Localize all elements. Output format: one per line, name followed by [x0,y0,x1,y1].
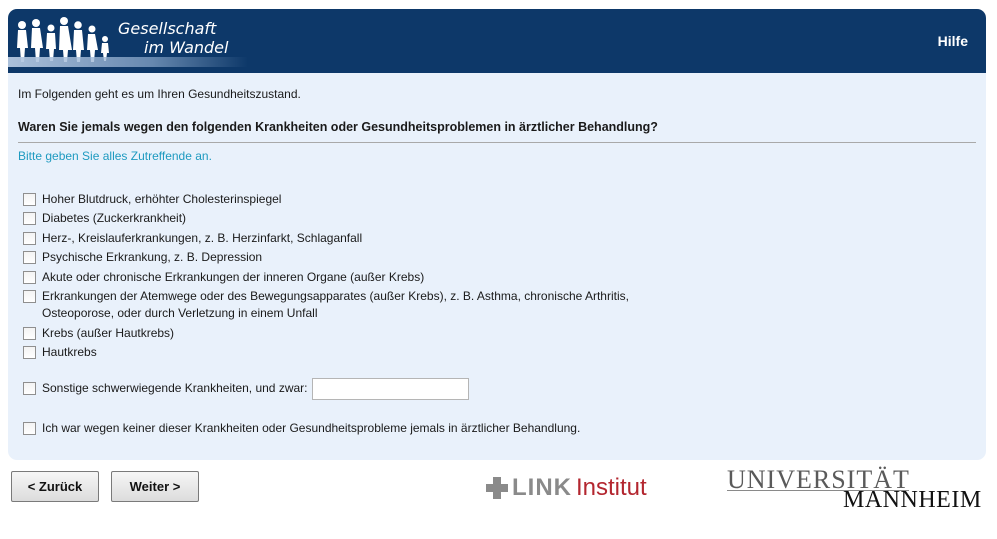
option-label: Sonstige schwerwiegende Krankheiten, und… [42,381,308,395]
checkbox[interactable] [23,232,36,245]
checkbox[interactable] [23,193,36,206]
instruction-text: Bitte geben Sie alles Zutreffende an. [18,149,212,163]
option-label: Krebs (außer Hautkrebs) [42,326,175,340]
option-label: Herz-, Kreislauferkrankungen, z. B. Herz… [42,231,363,245]
option-psychological[interactable]: Psychische Erkrankung, z. B. Depression [23,249,262,266]
link-institut-logo: LINK Institut [486,474,647,502]
university-mannheim-logo: UNIVERSITÄT MANNHEIM [727,465,987,515]
checkbox[interactable] [23,212,36,225]
option-other[interactable]: Sonstige schwerwiegende Krankheiten, und… [23,378,469,400]
intro-text: Im Folgenden geht es um Ihren Gesundheit… [18,87,301,101]
option-label: Ich war wegen keiner dieser Krankheiten … [42,421,581,435]
checkbox[interactable] [23,422,36,435]
help-link[interactable]: Hilfe [938,33,968,49]
survey-panel: Im Folgenden geht es um Ihren Gesundheit… [8,73,986,460]
logo-line2: im Wandel [144,38,229,57]
option-none[interactable]: Ich war wegen keiner dieser Krankheiten … [23,420,580,437]
survey-logo: Gesellschaft im Wandel [8,9,258,73]
option-internal-organs[interactable]: Akute oder chronische Erkrankungen der i… [23,269,424,286]
option-diabetes[interactable]: Diabetes (Zuckerkrankheit) [23,210,186,227]
next-button[interactable]: Weiter > [111,471,199,502]
uni-line2: MANNHEIM [843,487,982,513]
checkbox[interactable] [23,382,36,395]
option-cancer[interactable]: Krebs (außer Hautkrebs) [23,325,174,342]
question-text: Waren Sie jemals wegen den folgenden Kra… [18,120,976,143]
option-label: Hoher Blutdruck, erhöhter Cholesterinspi… [42,192,282,206]
option-high-blood-pressure[interactable]: Hoher Blutdruck, erhöhter Cholesterinspi… [23,191,281,208]
checkbox[interactable] [23,290,36,303]
logo-line1: Gesellschaft [118,19,217,38]
option-label: Psychische Erkrankung, z. B. Depression [42,250,263,264]
option-skin-cancer[interactable]: Hautkrebs [23,344,97,361]
option-label-line1: Erkrankungen der Atemwege oder des Beweg… [42,289,629,303]
checkbox[interactable] [23,327,36,340]
checkbox[interactable] [23,271,36,284]
option-label: Akute oder chronische Erkrankungen der i… [42,270,425,284]
option-label: Erkrankungen der Atemwege oder des Beweg… [42,288,629,322]
link-cross-icon [486,477,508,499]
option-cardiovascular[interactable]: Herz-, Kreislauferkrankungen, z. B. Herz… [23,230,362,247]
back-button[interactable]: < Zurück [11,471,99,502]
option-label: Diabetes (Zuckerkrankheit) [42,211,187,225]
other-disease-input[interactable] [311,378,469,400]
option-label-line2: Osteoporose, oder durch Verletzung in ei… [42,306,318,320]
survey-title: Gesellschaft im Wandel [118,19,228,57]
institut-word: Institut [576,474,647,501]
logo-stripe [8,57,248,67]
checkbox[interactable] [23,251,36,264]
option-respiratory-musculoskeletal[interactable]: Erkrankungen der Atemwege oder des Beweg… [23,288,629,322]
checkbox[interactable] [23,346,36,359]
header-bar: Gesellschaft im Wandel Hilfe [8,9,986,73]
option-label: Hautkrebs [42,345,97,359]
link-word: LINK [512,474,572,501]
